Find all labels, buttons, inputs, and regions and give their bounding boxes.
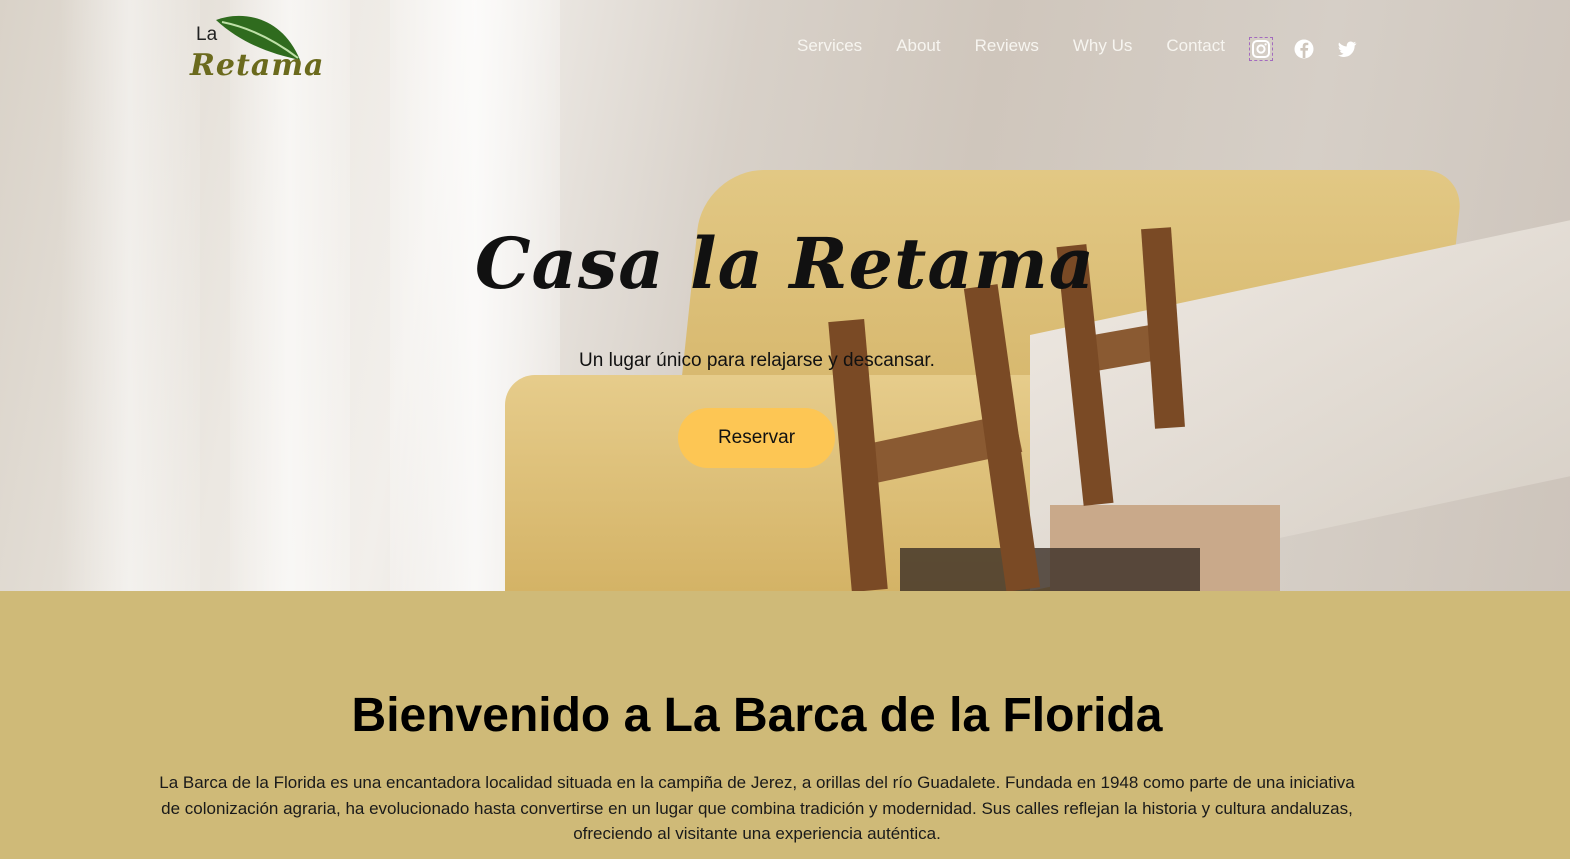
social-links bbox=[1249, 37, 1379, 61]
welcome-title: Bienvenido a La Barca de la Florida bbox=[351, 689, 1163, 742]
nav-item-about[interactable]: About bbox=[896, 36, 940, 60]
nav-item-services[interactable]: Services bbox=[797, 36, 862, 60]
floor bbox=[900, 548, 1200, 591]
nav-item-why-us[interactable]: Why Us bbox=[1073, 36, 1133, 60]
instagram-icon[interactable] bbox=[1249, 37, 1273, 61]
facebook-icon[interactable] bbox=[1293, 38, 1315, 60]
nav-item-reviews[interactable]: Reviews bbox=[975, 36, 1039, 60]
hero-title: Casa la Retama bbox=[474, 222, 1096, 305]
main-nav: Services About Reviews Why Us Contact bbox=[797, 36, 1259, 60]
site-logo[interactable]: La Retama bbox=[190, 12, 324, 84]
logo-word: Retama bbox=[190, 48, 325, 83]
hero-subtitle: Un lugar único para relajarse y descansa… bbox=[579, 350, 935, 371]
hero-section: La Retama Services About Reviews Why Us … bbox=[0, 0, 1570, 591]
reserve-button[interactable]: Reservar bbox=[678, 408, 835, 468]
twitter-icon[interactable] bbox=[1336, 38, 1358, 60]
welcome-text: La Barca de la Florida es una encantador… bbox=[159, 773, 1355, 843]
logo-small-text: La bbox=[196, 24, 218, 45]
nav-item-contact[interactable]: Contact bbox=[1166, 36, 1225, 60]
